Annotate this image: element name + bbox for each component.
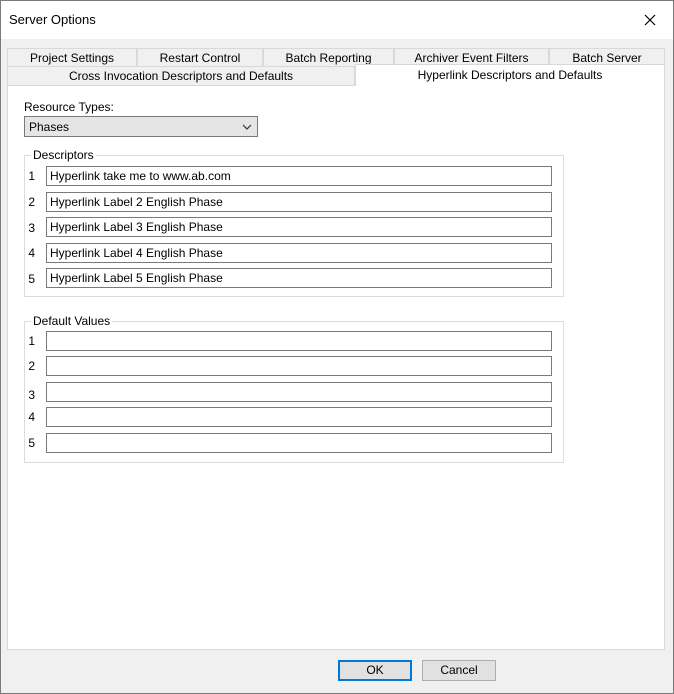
descriptor-row-number: 3 bbox=[28, 221, 35, 235]
default-row-number: 1 bbox=[28, 334, 35, 348]
default-row-number: 5 bbox=[28, 436, 35, 450]
tab-restart-control[interactable]: Restart Control bbox=[137, 48, 263, 66]
default-field-1[interactable] bbox=[46, 331, 552, 351]
resource-types-select[interactable]: Phases bbox=[24, 116, 258, 137]
descriptor-row-number: 1 bbox=[28, 169, 35, 183]
default-row-number: 2 bbox=[28, 359, 35, 373]
default-row-number: 4 bbox=[28, 410, 35, 424]
descriptor-field-1[interactable]: Hyperlink take me to www.ab.com bbox=[46, 166, 552, 186]
default-row-number: 3 bbox=[28, 388, 35, 402]
descriptor-row-number: 2 bbox=[28, 195, 35, 209]
descriptors-group-title: Descriptors bbox=[31, 148, 96, 162]
resource-types-label: Resource Types: bbox=[24, 100, 114, 114]
default-values-group: Default Values 1 2 3 4 5 bbox=[24, 314, 564, 463]
tab-project-settings[interactable]: Project Settings bbox=[7, 48, 137, 66]
tab-panel-hyperlink-descriptors: Resource Types: Phases Descriptors 1 Hyp… bbox=[7, 85, 665, 650]
descriptor-row-number: 5 bbox=[28, 272, 35, 286]
descriptor-field-4[interactable]: Hyperlink Label 4 English Phase bbox=[46, 243, 552, 263]
close-button[interactable] bbox=[627, 1, 673, 39]
chevron-down-icon bbox=[242, 124, 252, 130]
descriptor-field-2[interactable]: Hyperlink Label 2 English Phase bbox=[46, 192, 552, 212]
descriptor-field-5[interactable]: Hyperlink Label 5 English Phase bbox=[46, 268, 552, 288]
server-options-dialog: Server Options Project Settings Restart … bbox=[0, 0, 674, 694]
descriptors-group: Descriptors 1 Hyperlink take me to www.a… bbox=[24, 148, 564, 297]
descriptor-row-number: 4 bbox=[28, 246, 35, 260]
cancel-button[interactable]: Cancel bbox=[422, 660, 496, 681]
descriptor-field-3[interactable]: Hyperlink Label 3 English Phase bbox=[46, 217, 552, 237]
ok-button[interactable]: OK bbox=[338, 660, 412, 681]
default-field-5[interactable] bbox=[46, 433, 552, 453]
default-values-group-title: Default Values bbox=[31, 314, 113, 328]
default-field-3[interactable] bbox=[46, 382, 552, 402]
default-field-4[interactable] bbox=[46, 407, 552, 427]
close-icon bbox=[644, 14, 656, 26]
title-bar: Server Options bbox=[1, 1, 673, 39]
window-title: Server Options bbox=[9, 12, 96, 27]
tab-hyperlink-descriptors[interactable]: Hyperlink Descriptors and Defaults bbox=[355, 64, 665, 86]
tab-cross-invocation-descriptors[interactable]: Cross Invocation Descriptors and Default… bbox=[7, 66, 355, 85]
default-field-2[interactable] bbox=[46, 356, 552, 376]
resource-types-value: Phases bbox=[29, 120, 70, 134]
